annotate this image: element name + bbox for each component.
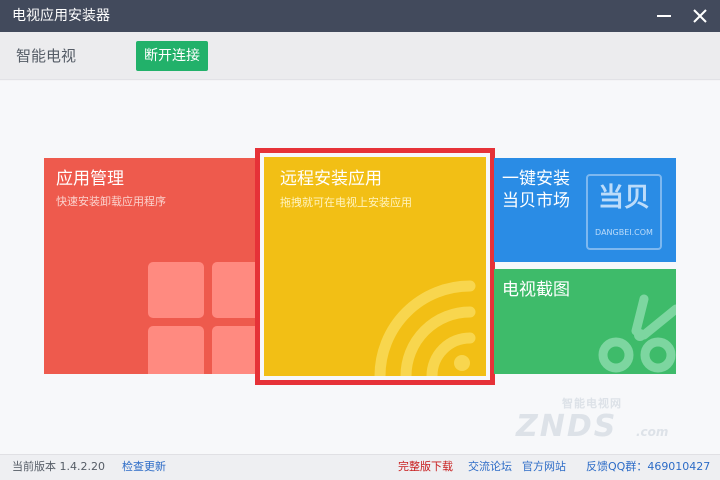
toolbar: 智能电视 断开连接 bbox=[0, 32, 720, 80]
forum-link[interactable]: 交流论坛 bbox=[468, 455, 512, 479]
minimize-button[interactable] bbox=[652, 4, 676, 28]
tv-screenshot-tile[interactable]: 电视截图 bbox=[494, 269, 676, 374]
dangbei-logo-sub: DANGBEI.COM bbox=[595, 228, 653, 237]
dangbei-title-line1: 一键安装 bbox=[502, 169, 570, 189]
scissors-icon bbox=[598, 294, 676, 373]
disconnect-button[interactable]: 断开连接 bbox=[136, 41, 208, 71]
wifi-icon bbox=[374, 280, 476, 376]
title-bar: 电视应用安装器 bbox=[0, 0, 720, 32]
qq-group-link[interactable]: 反馈QQ群：469010427 bbox=[586, 455, 710, 479]
dangbei-title-line2: 当贝市场 bbox=[502, 191, 570, 211]
device-name: 智能电视 bbox=[16, 47, 77, 65]
status-bar: 当前版本 1.4.2.20 检查更新 完整版下载 交流论坛 官方网站 反馈QQ群… bbox=[0, 454, 720, 480]
app-manage-subtitle: 快速安装卸载应用程序 bbox=[56, 195, 166, 208]
close-icon bbox=[693, 9, 707, 23]
app-manage-title: 应用管理 bbox=[56, 169, 124, 189]
watermark-suffix: .com bbox=[636, 425, 669, 439]
dangbei-logo-text: 当贝 bbox=[597, 183, 650, 213]
app-manage-tile[interactable]: 应用管理 快速安装卸载应用程序 bbox=[44, 158, 260, 374]
watermark-main: ZNDS bbox=[516, 409, 618, 444]
dangbei-logo: 当贝 DANGBEI.COM bbox=[586, 174, 662, 250]
dangbei-tile[interactable]: 一键安装 当贝市场 当贝 DANGBEI.COM bbox=[494, 158, 676, 262]
official-site-link[interactable]: 官方网站 bbox=[522, 455, 566, 479]
znds-watermark: 智能电视网 ZNDS .com bbox=[512, 391, 692, 451]
minimize-icon bbox=[657, 15, 671, 17]
remote-install-tile[interactable]: 远程安装应用 拖拽就可在电视上安装应用 bbox=[264, 157, 486, 376]
check-update-link[interactable]: 检查更新 bbox=[122, 455, 166, 479]
close-button[interactable] bbox=[688, 4, 712, 28]
dangbei-title: 一键安装 当贝市场 bbox=[502, 168, 570, 212]
version-label: 当前版本 1.4.2.20 bbox=[12, 460, 105, 473]
full-download-link[interactable]: 完整版下载 bbox=[398, 455, 453, 479]
window-title: 电视应用安装器 bbox=[12, 8, 110, 24]
main-panel: 应用管理 快速安装卸载应用程序 远程安装应用 拖拽就可在电视上安装应用 一键安装… bbox=[0, 81, 720, 454]
